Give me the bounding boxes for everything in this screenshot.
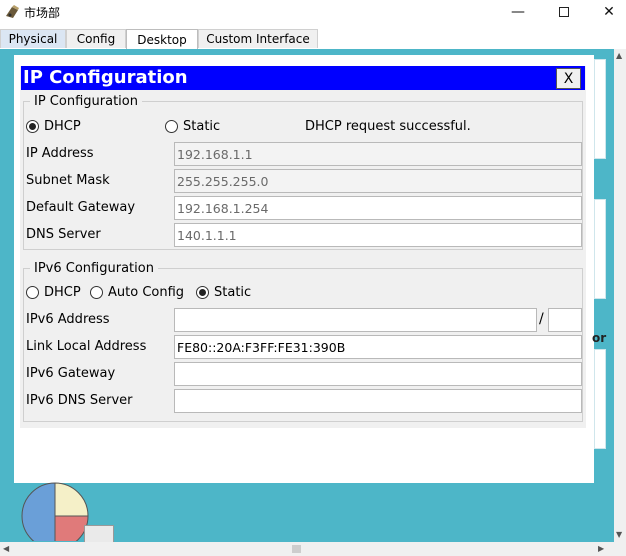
desktop-app-card[interactable] (594, 59, 606, 159)
scroll-thumb[interactable] (292, 545, 301, 553)
ipv6-group-legend: IPv6 Configuration (30, 261, 158, 276)
ipv6-gateway-field[interactable] (174, 362, 582, 386)
ip-address-field[interactable] (174, 142, 582, 166)
scroll-up-icon[interactable]: ▲ (616, 51, 622, 60)
ipv6-config-group: IPv6 Configuration DHCP Auto Config Stat… (23, 261, 583, 422)
dialog-title: IP Configuration (23, 67, 188, 88)
scroll-right-icon[interactable]: ▶ (598, 544, 604, 553)
desktop-app-card[interactable] (594, 349, 606, 449)
radio-unselected-icon[interactable] (90, 286, 103, 299)
tab-strip: Physical Config Desktop Custom Interface (0, 29, 626, 49)
radio-unselected-icon[interactable] (165, 120, 178, 133)
scroll-down-icon[interactable]: ▼ (616, 530, 622, 539)
maximize-button[interactable] (541, 0, 587, 24)
default-gateway-field[interactable] (174, 196, 582, 220)
radio-ipv6-static[interactable]: Static (196, 285, 251, 300)
router-icon (6, 5, 19, 18)
radio-dhcp[interactable]: DHCP (26, 119, 81, 134)
subnet-mask-field[interactable] (174, 169, 582, 193)
window-title: 市场部 (24, 6, 61, 20)
ip-address-label: IP Address (26, 146, 94, 161)
radio-static[interactable]: Static (165, 119, 220, 134)
radio-selected-icon[interactable] (196, 286, 209, 299)
default-gateway-label: Default Gateway (26, 200, 136, 215)
radio-selected-icon[interactable] (26, 120, 39, 133)
tab-desktop[interactable]: Desktop (126, 29, 198, 49)
close-icon: ✕ (603, 4, 615, 20)
ipv4-group-legend: IP Configuration (30, 94, 142, 109)
tab-custom-interface[interactable]: Custom Interface (198, 29, 318, 48)
dialog-close-button[interactable]: X (556, 68, 581, 89)
link-local-address-field[interactable] (174, 335, 582, 359)
subnet-mask-label: Subnet Mask (26, 173, 110, 188)
dns-server-label: DNS Server (26, 227, 101, 242)
dns-server-field[interactable] (174, 223, 582, 247)
scroll-left-icon[interactable]: ◀ (3, 544, 9, 553)
desktop-app-card[interactable] (594, 199, 606, 299)
minimize-button[interactable]: — (495, 0, 541, 24)
prefix-separator: / (539, 311, 544, 327)
dialog-header: IP Configuration X (21, 66, 585, 90)
radio-unselected-icon[interactable] (26, 286, 39, 299)
ip-configuration-dialog: IP Configuration X IP Configuration DHCP… (20, 66, 586, 428)
ipv6-prefix-length-field[interactable] (548, 308, 582, 332)
pie-chart-app-icon[interactable] (20, 481, 90, 541)
horizontal-scrollbar[interactable]: ◀ ▶ (0, 542, 626, 556)
ipv6-dns-server-field[interactable] (174, 389, 582, 413)
close-window-button[interactable]: ✕ (586, 0, 626, 24)
radio-ipv6-auto-config[interactable]: Auto Config (90, 285, 184, 300)
desktop-app-label: or (592, 331, 607, 345)
maximize-icon (559, 7, 569, 17)
ipv6-dns-server-label: IPv6 DNS Server (26, 393, 133, 408)
ipv6-gateway-label: IPv6 Gateway (26, 366, 116, 381)
dhcp-status-text: DHCP request successful. (305, 119, 471, 134)
vertical-scrollbar[interactable]: ▲ ▼ (614, 49, 626, 542)
window-title-bar: 市场部 — ✕ (0, 0, 626, 26)
tab-physical[interactable]: Physical (0, 29, 66, 48)
ipv4-config-group: IP Configuration DHCP Static DHCP reques… (23, 94, 583, 250)
tab-config[interactable]: Config (66, 29, 126, 48)
ipv6-address-label: IPv6 Address (26, 312, 110, 327)
radio-ipv6-dhcp[interactable]: DHCP (26, 285, 81, 300)
ipv6-address-field[interactable] (174, 308, 537, 332)
link-local-address-label: Link Local Address (26, 339, 147, 354)
